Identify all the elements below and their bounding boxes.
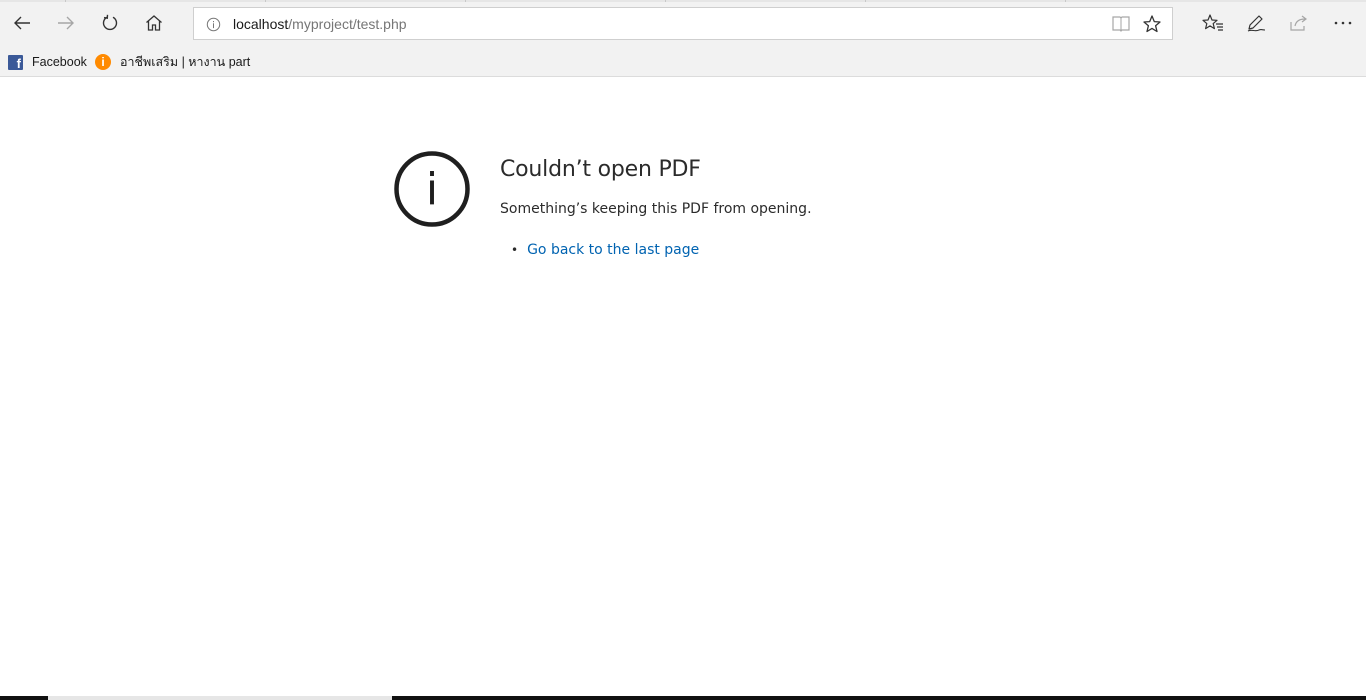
favorites-hub-button[interactable] [1200, 10, 1226, 36]
forward-arrow-icon [58, 16, 74, 30]
browser-toolbar: localhost/myproject/test.php [0, 0, 1366, 46]
back-arrow-icon [14, 16, 30, 30]
url-text[interactable]: localhost/myproject/test.php [233, 16, 407, 32]
error-message: Something’s keeping this PDF from openin… [500, 201, 812, 217]
favorite-label: Facebook [32, 55, 87, 69]
back-button[interactable] [7, 8, 37, 38]
info-circle-icon: i [394, 151, 470, 227]
url-host: localhost [233, 16, 289, 32]
error-title: Couldn’t open PDF [500, 157, 701, 182]
refresh-icon [102, 14, 118, 31]
add-favorite-star-icon[interactable] [1142, 14, 1162, 34]
jobs-site-icon: i [95, 54, 111, 70]
home-button[interactable] [139, 8, 169, 38]
taskbar-edge [0, 696, 1366, 700]
url-path: /myproject/test.php [288, 16, 407, 32]
address-bar[interactable]: localhost/myproject/test.php [193, 7, 1173, 40]
share-button[interactable] [1286, 10, 1312, 36]
refresh-button[interactable] [95, 8, 125, 38]
go-back-link[interactable]: Go back to the last page [527, 242, 699, 258]
site-info-icon[interactable] [206, 17, 221, 32]
home-icon [146, 15, 162, 31]
info-glyph: i [426, 164, 438, 215]
web-note-button[interactable] [1243, 10, 1269, 36]
error-actions: • Go back to the last page [511, 242, 699, 258]
more-icon [1334, 21, 1352, 25]
taskbar-active-segment [48, 696, 392, 700]
reading-view-icon[interactable] [1111, 15, 1131, 33]
forward-button[interactable] [51, 8, 81, 38]
favorite-facebook[interactable]: f Facebook [8, 53, 87, 71]
favorite-jobs-site[interactable]: i อาชีพเสริม | หางาน part [95, 53, 250, 71]
tab-strip [0, 0, 1366, 2]
favorites-icon [1202, 14, 1223, 31]
browser-window: localhost/myproject/test.php f Facebook … [0, 0, 1366, 700]
bullet: • [511, 243, 519, 257]
pen-icon [1247, 15, 1266, 32]
facebook-icon: f [8, 54, 23, 70]
favorite-label: อาชีพเสริม | หางาน part [120, 55, 251, 69]
list-item: • Go back to the last page [511, 242, 699, 258]
favorites-bar: f Facebook i อาชีพเสริม | หางาน part [0, 46, 1366, 77]
page-content: i Couldn’t open PDF Something’s keeping … [0, 78, 1366, 696]
more-button[interactable] [1330, 10, 1356, 36]
share-icon [1290, 15, 1307, 31]
